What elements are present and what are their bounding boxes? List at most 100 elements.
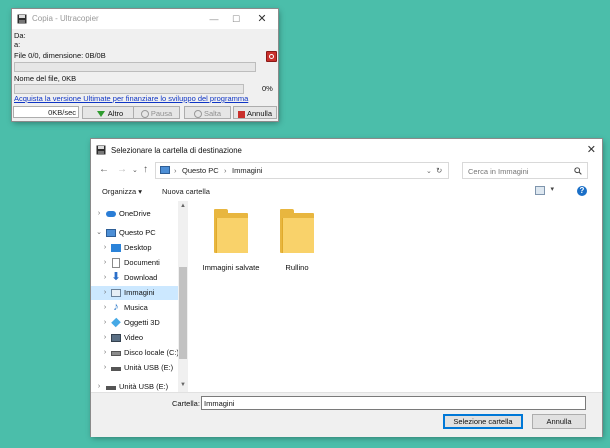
nav-item-music[interactable]: › ♪ Musica — [91, 301, 179, 315]
nav-item-this-pc[interactable]: ⌄ Questo PC — [91, 226, 179, 240]
nav-item-label: Unità USB (E:) — [119, 382, 169, 391]
forward-icon[interactable]: → — [117, 164, 127, 175]
nav-item-onedrive[interactable]: › OneDrive — [91, 207, 179, 221]
more-button-label: Altro — [107, 109, 124, 118]
chevron-down-icon: ⌄ — [96, 229, 102, 236]
chevron-right-icon: › — [103, 319, 107, 326]
percent-label: 0% — [262, 84, 273, 93]
chevron-right-icon: › — [103, 274, 107, 281]
ultracopier-title: Copia - Ultracopier — [32, 14, 99, 23]
chevron-right-icon: › — [103, 304, 107, 311]
chevron-down-icon[interactable]: ⌄ — [426, 167, 432, 175]
cancel-copy-button-label: Annulla — [246, 109, 273, 118]
floppy-icon — [17, 14, 27, 24]
nav-item-label: Questo PC — [119, 228, 156, 237]
close-icon[interactable]: ✕ — [256, 13, 268, 25]
nav-item-label: Oggetti 3D — [124, 318, 160, 327]
chevron-right-icon: › — [97, 383, 101, 390]
address-bar[interactable]: › Questo PC › Immagini ⌄ ↻ — [155, 162, 449, 179]
nav-item-local-disk[interactable]: › Disco locale (C:) — [91, 346, 179, 360]
more-button[interactable]: Altro — [82, 106, 138, 119]
desktop-folder-icon — [111, 244, 121, 252]
search-icon — [574, 167, 582, 175]
documents-icon — [112, 258, 120, 268]
nav-item-usb-drive[interactable]: › Unità USB (E:) — [91, 361, 179, 375]
pause-icon — [140, 110, 149, 119]
search-box[interactable] — [462, 162, 588, 179]
nav-item-3d-objects[interactable]: › Oggetti 3D — [91, 316, 179, 330]
filename-info: Nome del file, 0KB — [14, 74, 77, 83]
scroll-down-icon[interactable]: ▼ — [178, 382, 188, 388]
breadcrumb-this-pc[interactable]: Questo PC — [182, 166, 219, 175]
up-icon[interactable]: ↑ — [143, 164, 148, 175]
usb-drive-icon — [111, 367, 121, 371]
skip-button[interactable]: Salta — [184, 106, 231, 119]
nav-item-label: OneDrive — [119, 209, 151, 218]
new-folder-button[interactable]: Nuova cartella — [162, 187, 210, 196]
close-icon[interactable]: ✕ — [587, 143, 596, 156]
chevron-down-icon[interactable]: ⌄ — [132, 166, 138, 174]
skip-button-label: Salta — [203, 109, 222, 118]
file-info: File 0/0, dimensione: 0B/0B — [14, 51, 106, 60]
from-label: Da: — [14, 31, 26, 40]
back-icon[interactable]: ← — [99, 164, 109, 175]
help-icon[interactable]: ? — [577, 186, 587, 196]
chevron-right-icon: › — [103, 289, 107, 296]
chevron-right-icon: › — [103, 259, 107, 266]
folder-name-input[interactable] — [201, 396, 586, 410]
arrow-down-icon — [96, 111, 105, 118]
download-icon: ⬇ — [111, 271, 121, 283]
computer-icon — [106, 229, 116, 237]
ultracopier-titlebar[interactable]: Copia - Ultracopier — ☐ ✕ — [12, 9, 278, 29]
cancel-copy-button[interactable]: Annulla — [233, 106, 277, 119]
search-input[interactable] — [466, 164, 574, 179]
organize-label: Organizza — [102, 187, 137, 196]
chevron-right-icon: › — [103, 364, 107, 371]
dialog-title: Selezionare la cartella di destinazione — [111, 146, 242, 155]
stop-icon[interactable] — [266, 51, 277, 62]
cloud-icon — [106, 211, 116, 217]
nav-item-desktop[interactable]: › Desktop — [91, 241, 179, 255]
computer-icon — [160, 166, 170, 174]
view-icon[interactable] — [535, 186, 545, 195]
scroll-up-icon[interactable]: ▲ — [178, 203, 188, 209]
nav-item-label: Musica — [124, 303, 148, 312]
folder-label: Rullino — [285, 263, 309, 272]
caret-down-icon[interactable]: ▾ — [550, 185, 554, 193]
nav-item-pictures[interactable]: › Immagini — [91, 286, 179, 300]
nav-item-documents[interactable]: › Documenti — [91, 256, 179, 270]
nav-item-label: Video — [124, 333, 144, 342]
drive-icon — [111, 351, 121, 356]
nav-item-download[interactable]: › ⬇ Download — [91, 271, 179, 285]
overall-progress-bar — [14, 62, 256, 72]
speed-field: 0KB/sec — [13, 106, 79, 118]
to-label: a: — [14, 40, 21, 49]
dialog-footer: Cartella: Selezione cartella Annulla — [91, 392, 602, 437]
music-icon: ♪ — [113, 301, 119, 313]
nav-item-video[interactable]: › Video — [91, 331, 179, 345]
nav-item-usb-drive[interactable]: › Unità USB (E:) — [91, 380, 179, 392]
scrollbar-thumb[interactable] — [179, 267, 187, 359]
organize-menu[interactable]: Organizza ▾ — [102, 187, 142, 196]
file-progress-bar — [14, 84, 244, 94]
nav-scrollbar[interactable]: ▲ ▼ — [178, 201, 188, 392]
refresh-icon[interactable]: ↻ — [436, 166, 442, 175]
dialog-titlebar[interactable]: Selezionare la cartella di destinazione … — [91, 139, 602, 161]
select-folder-button[interactable]: Selezione cartella — [443, 414, 523, 429]
pause-button[interactable]: Pausa — [133, 106, 180, 119]
minimize-icon[interactable]: — — [208, 13, 220, 25]
maximize-icon[interactable]: ☐ — [230, 13, 242, 25]
cancel-button[interactable]: Annulla — [532, 414, 586, 429]
video-icon — [111, 334, 121, 342]
usb-drive-icon — [106, 386, 116, 390]
chevron-right-icon: › — [103, 334, 107, 341]
navigation-pane: › OneDrive ⌄ Questo PC › Desktop › Docum… — [91, 201, 189, 392]
floppy-icon — [96, 145, 106, 155]
pause-button-label: Pausa — [150, 109, 173, 118]
nav-item-label: Unità USB (E:) — [124, 363, 174, 372]
nav-item-label: Documenti — [124, 258, 160, 267]
folder-item[interactable]: Rullino — [255, 209, 339, 272]
breadcrumb-pictures[interactable]: Immagini — [232, 166, 262, 175]
ultimate-link[interactable]: Acquista la versione Ultimate per finanz… — [14, 94, 248, 103]
chevron-right-icon: › — [174, 166, 177, 175]
